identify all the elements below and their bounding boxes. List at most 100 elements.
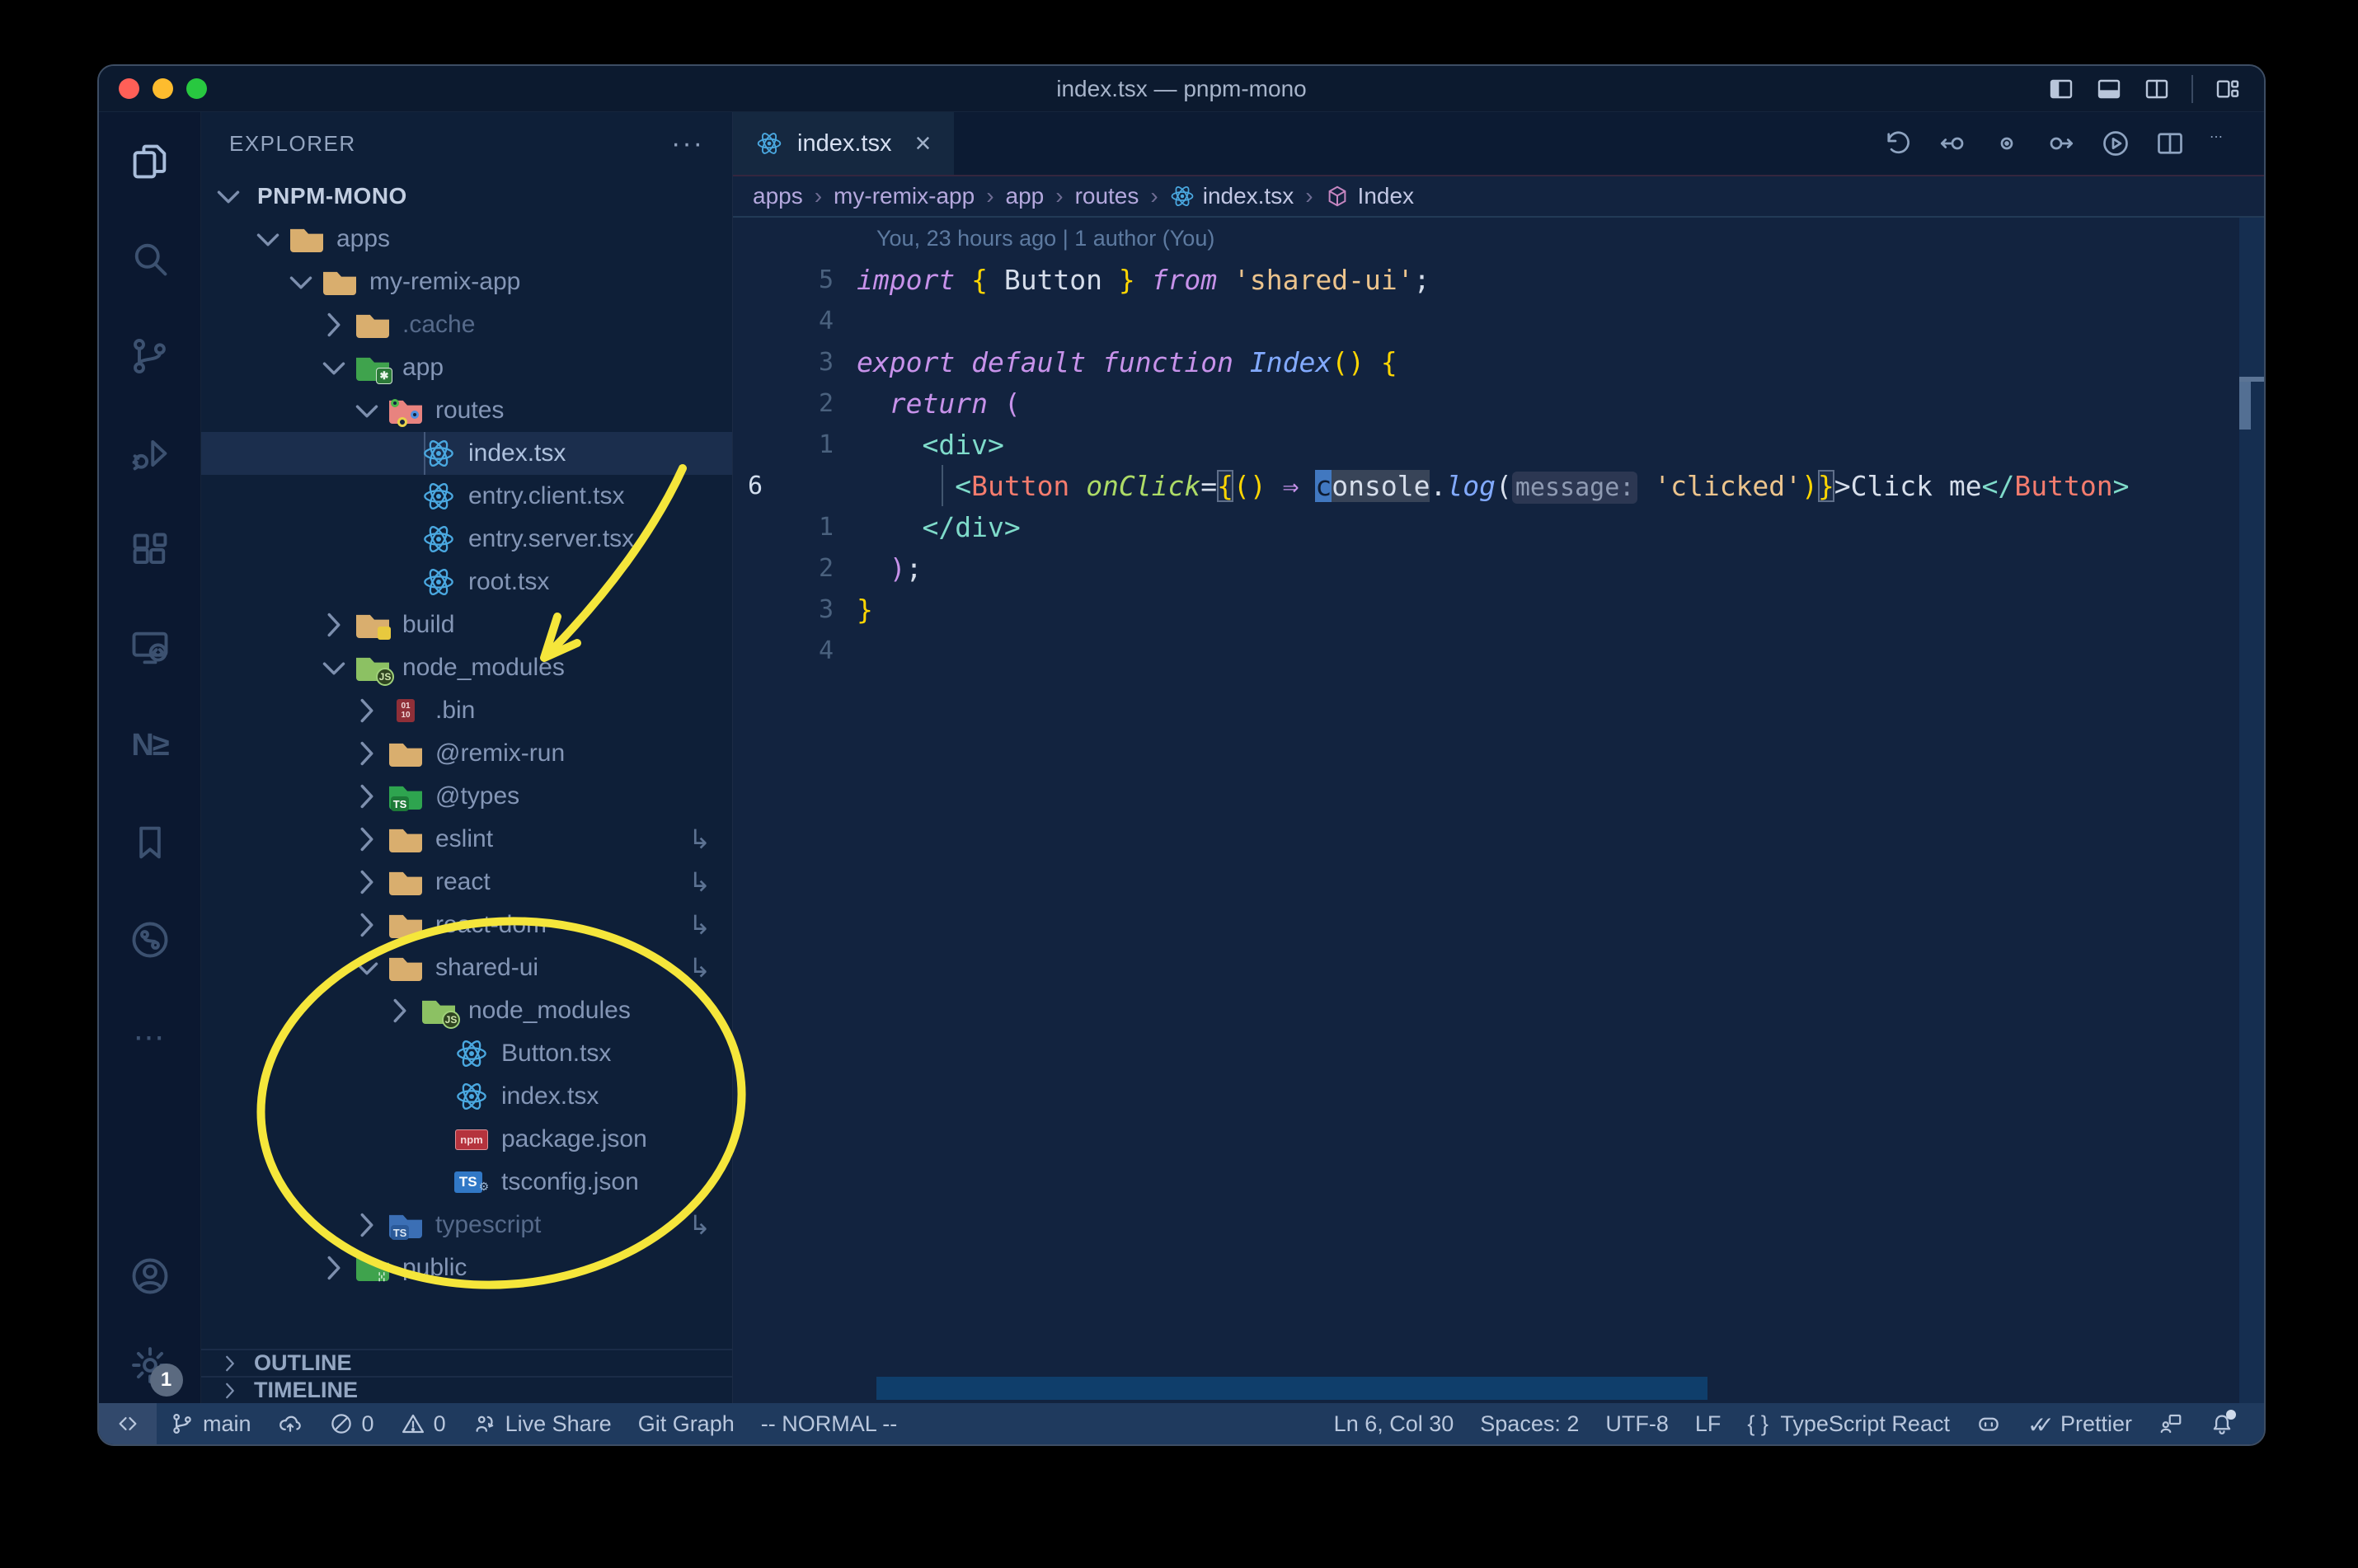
line-number: 6 [748,471,763,500]
panel-left-icon[interactable] [2048,76,2074,102]
code-line[interactable]: 2 return ( [733,383,2264,424]
tree-item-index-tsx[interactable]: index.tsx [201,432,732,475]
status-notifications[interactable] [2196,1403,2248,1444]
tree-item-typescript[interactable]: TS typescript ↳ [201,1204,732,1246]
tree-item--remix-run[interactable]: @remix-run [201,732,732,775]
breadcrumb-apps[interactable]: apps [753,183,803,209]
code-line[interactable]: 3 export default function Index() { [733,341,2264,383]
tree-item-public[interactable]: ꔘ public [201,1246,732,1289]
activity-bookmarks-icon[interactable] [129,821,171,864]
code-line[interactable]: 2 ); [733,547,2264,589]
status-copilot[interactable] [1963,1403,2014,1444]
breadcrumb-my-remix-app[interactable]: my-remix-app [834,183,975,209]
tree-item-app[interactable]: ✱ app [201,346,732,389]
activity-search-icon[interactable] [129,237,171,280]
layout-grid-icon[interactable] [2215,76,2241,102]
cloud-up-icon [278,1411,303,1436]
breadcrumb-index-tsx[interactable]: index.tsx [1170,183,1294,209]
tree-item-build[interactable]: build [201,603,732,646]
code-line[interactable]: 1 <div> [733,424,2264,465]
activity-source-control-icon[interactable] [129,335,171,378]
code-line[interactable]: 3} [733,589,2264,630]
tree-item-tsconfig-json[interactable]: TS ⚙ tsconfig.json [201,1161,732,1204]
activity-accounts-icon[interactable] [129,1255,171,1298]
activity-run-debug-icon[interactable] [129,432,171,475]
nav-next-change-icon[interactable] [2046,129,2076,158]
breadcrumb-app[interactable]: app [1006,183,1045,209]
folder-icon: JS [419,998,460,1029]
status-language-mode[interactable]: { } TypeScript React [1734,1403,1963,1444]
tree-item-shared-ui[interactable]: shared-ui ↳ [201,946,732,989]
status-cursor-position[interactable]: Ln 6, Col 30 [1321,1403,1468,1444]
code-line[interactable]: 5 import { Button } from 'shared-ui'; [733,259,2264,300]
tree-item--bin[interactable]: 01 10 .bin [201,689,732,732]
status-git-graph[interactable]: Git Graph [625,1403,748,1444]
status-live-share[interactable]: Live Share [459,1403,625,1444]
explorer-more-actions-icon[interactable]: ··· [671,128,704,160]
activity-extensions-icon[interactable] [129,529,171,572]
tree-item-apps[interactable]: apps [201,218,732,261]
code-line[interactable]: 1 </div> [733,506,2264,547]
tree-item-entry-client-tsx[interactable]: entry.client.tsx [201,475,732,518]
tab-index-tsx[interactable]: index.tsx × [733,112,955,175]
tree-item-index-tsx[interactable]: index.tsx [201,1075,732,1118]
breadcrumb-label: index.tsx [1202,183,1294,209]
code-line-current[interactable]: 6 <Button onClick={() ⇒ console.log(mess… [733,465,2264,506]
close-tab-icon[interactable]: × [914,128,931,160]
breadcrumb-routes[interactable]: routes [1075,183,1139,209]
horizontal-scrollbar[interactable] [876,1377,1707,1400]
local-history-icon[interactable] [1883,129,1913,158]
code-editor[interactable]: You, 23 hours ago | 1 author (You) 5 impo… [733,218,2264,1403]
status-git-branch[interactable]: main [157,1403,265,1444]
status-eol[interactable]: LF [1682,1403,1735,1444]
nav-current-icon[interactable] [1992,129,2022,158]
settings-badge: 1 [149,1364,183,1397]
tree-item-node-modules[interactable]: JS node_modules [201,646,732,689]
tree-item-entry-server-tsx[interactable]: entry.server.tsx [201,518,732,561]
activity-git-graph-view-icon[interactable] [129,918,171,961]
activity-explorer-icon[interactable] [129,140,171,183]
panel-right-icon[interactable] [2144,76,2170,102]
tree-item--types[interactable]: TS @types [201,775,732,818]
code-text: } [857,593,873,626]
tree-item--cache[interactable]: .cache [201,303,732,346]
vertical-scrollbar[interactable] [2239,218,2264,1403]
code-line[interactable]: 4 [733,300,2264,341]
status-indentation[interactable]: Spaces: 2 [1467,1403,1592,1444]
nav-previous-change-icon[interactable] [1938,129,1967,158]
tree-item-react-dom[interactable]: react-dom ↳ [201,904,732,946]
tree-item-my-remix-app[interactable]: my-remix-app [201,261,732,303]
activity-nx-console-icon[interactable]: N≥ [129,724,171,767]
code-text: <Button onClick={() ⇒ console.log(messag… [955,469,2130,504]
panel-bottom-icon[interactable] [2096,76,2122,102]
status-sync-changes[interactable] [265,1403,316,1444]
status-warnings[interactable]: 0 [388,1403,459,1444]
code-line[interactable]: 4 [733,630,2264,671]
tree-root-pnpm-mono[interactable]: PNPM-MONO [201,175,732,218]
status-feedback[interactable] [2145,1403,2196,1444]
status-vim-mode[interactable]: -- NORMAL -- [748,1403,910,1444]
more-actions-icon[interactable]: ⋯ [2210,129,2239,158]
activity-settings-icon[interactable]: 1 [129,1344,183,1397]
tree-item-react[interactable]: react ↳ [201,861,732,904]
status-errors[interactable]: 0 [316,1403,388,1444]
breadcrumb-index[interactable]: Index [1325,183,1414,209]
tab-label: index.tsx [797,129,892,157]
tree-item-button-tsx[interactable]: Button.tsx [201,1032,732,1075]
tree-item-node-modules[interactable]: JS node_modules [201,989,732,1032]
tree-item-package-json[interactable]: npm package.json [201,1118,732,1161]
split-editor-icon[interactable] [2155,129,2185,158]
status-encoding[interactable]: UTF-8 [1592,1403,1682,1444]
tree-item-root-tsx[interactable]: root.tsx [201,561,732,603]
activity-remote-explorer-icon[interactable] [129,627,171,669]
tree-item-eslint[interactable]: eslint ↳ [201,818,732,861]
tree-item-routes[interactable]: routes [201,389,732,432]
sidebar-section-outline[interactable]: OUTLINE [201,1349,732,1376]
sidebar-section-timeline[interactable]: TIMELINE [201,1376,732,1403]
status-remote-indicator[interactable] [99,1403,157,1444]
activity-additional-views-icon[interactable]: ⋯ [129,1016,171,1059]
status-label: Prettier [2060,1411,2132,1436]
titlebar-separator [2191,74,2193,103]
status-prettier[interactable]: ✓✓ Prettier [2014,1403,2145,1444]
run-file-icon[interactable] [2101,129,2130,158]
